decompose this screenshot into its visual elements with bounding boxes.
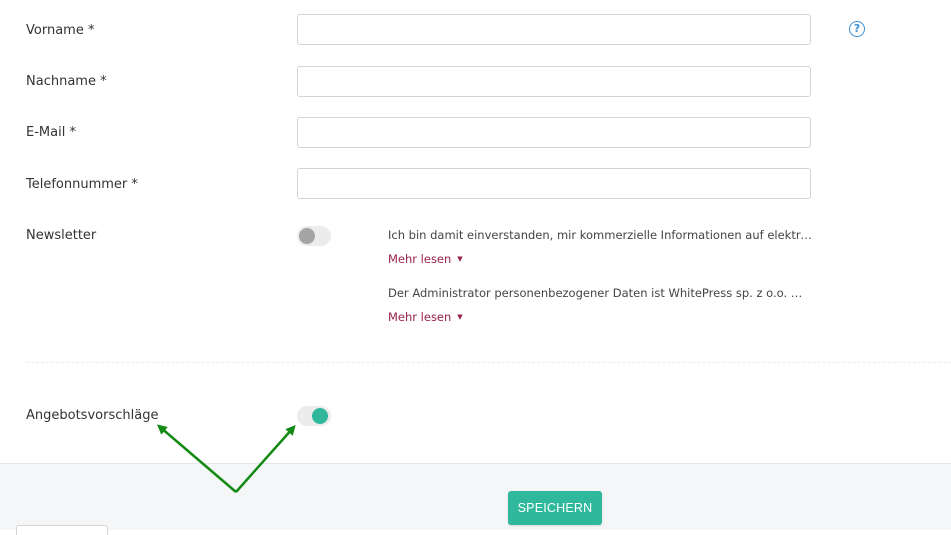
- first-name-label: Vorname *: [26, 23, 95, 38]
- save-button[interactable]: SPEICHERN: [508, 491, 602, 525]
- last-name-label: Nachname *: [26, 74, 107, 89]
- form-footer: SPEICHERN: [0, 463, 951, 535]
- phone-input[interactable]: [297, 168, 811, 199]
- newsletter-toggle-knob: [299, 228, 315, 244]
- caret-down-icon: ▼: [457, 255, 463, 263]
- consent-gdpr-text: Der Administrator personenbezogener Date…: [388, 286, 813, 300]
- offers-toggle[interactable]: [297, 406, 331, 426]
- caret-down-icon: ▼: [457, 313, 463, 321]
- phone-label: Telefonnummer *: [26, 177, 138, 192]
- more-link-label: Mehr lesen: [388, 310, 452, 324]
- first-name-input[interactable]: [297, 14, 811, 45]
- email-label: E-Mail *: [26, 125, 76, 140]
- offers-label: Angebotsvorschläge: [26, 408, 159, 423]
- newsletter-toggle[interactable]: [297, 226, 331, 246]
- email-input[interactable]: [297, 117, 811, 148]
- section-divider: [26, 362, 951, 363]
- last-name-input[interactable]: [297, 66, 811, 97]
- offers-toggle-knob: [312, 408, 328, 424]
- newsletter-label: Newsletter: [26, 228, 97, 243]
- consent-gdpr-more-link[interactable]: Mehr lesen ▼: [388, 310, 463, 324]
- more-link-label: Mehr lesen: [388, 252, 452, 266]
- consent-commercial-more-link[interactable]: Mehr lesen ▼: [388, 252, 463, 266]
- footer-secondary-box: [16, 525, 108, 535]
- consent-commercial-text: Ich bin damit einverstanden, mir kommerz…: [388, 228, 813, 242]
- help-icon[interactable]: ?: [849, 21, 865, 37]
- profile-form: Vorname * ? Nachname * E-Mail * Telefonn…: [0, 0, 951, 463]
